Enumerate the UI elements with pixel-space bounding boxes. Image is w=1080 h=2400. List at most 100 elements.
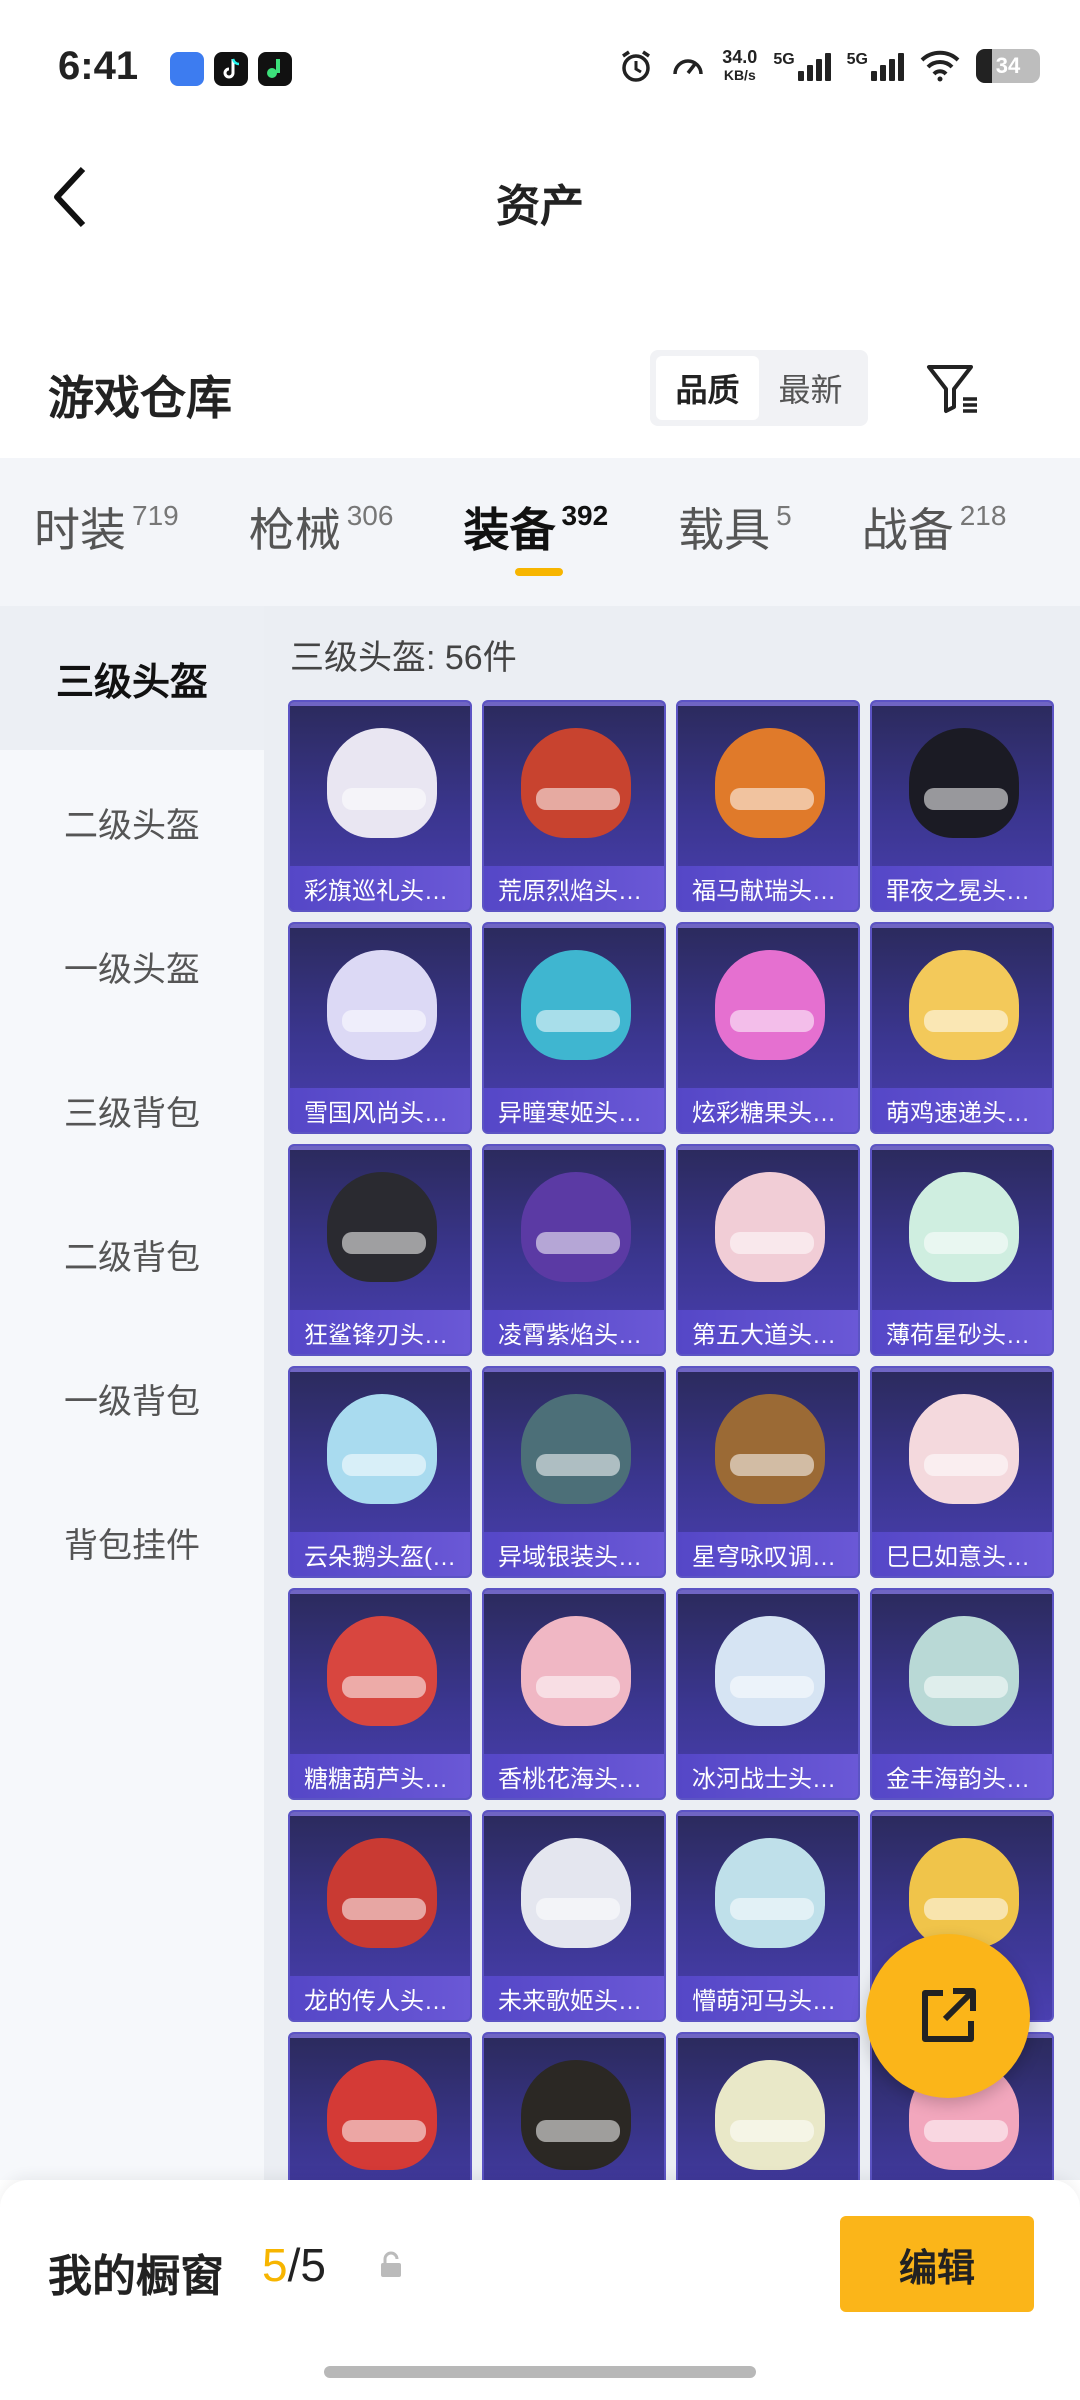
helmet-visor	[342, 2120, 426, 2142]
item-name: 萌鸡速递头…	[872, 1088, 1052, 1132]
item-card[interactable]	[482, 2032, 666, 2180]
helmet-image	[521, 728, 631, 838]
status-icons: 34.0 KB/s 5G 5G 34	[618, 48, 1040, 84]
item-card[interactable]: 异瞳寒姬头…	[482, 922, 666, 1134]
item-card[interactable]: 懵萌河马头…	[676, 1810, 860, 2022]
helmet-image	[715, 728, 825, 838]
item-card[interactable]: 彩旗巡礼头…	[288, 700, 472, 912]
tab-gear[interactable]: 战备 218	[862, 458, 1007, 606]
tab-count: 218	[959, 500, 1007, 531]
item-card[interactable]: 糖糖葫芦头…	[288, 1588, 472, 1800]
helmet-visor	[536, 788, 620, 810]
sidebar-item-level2-helmet[interactable]: 二级头盔	[0, 750, 264, 894]
tab-label: 装备	[463, 504, 556, 556]
tab-fashion[interactable]: 时装 719	[34, 458, 179, 606]
helmet-visor	[924, 2120, 1008, 2142]
helmet-image	[327, 1172, 437, 1282]
item-card[interactable]: 凌霄紫焰头…	[482, 1144, 666, 1356]
sidebar-item-level3-helmet[interactable]: 三级头盔	[0, 606, 264, 750]
share-button[interactable]	[866, 1934, 1030, 2098]
helmet-image	[909, 1838, 1019, 1948]
item-name: 异域银装头…	[484, 1532, 664, 1576]
item-card[interactable]: 巳巳如意头…	[870, 1366, 1054, 1578]
item-name: 福马献瑞头…	[678, 866, 858, 910]
item-card[interactable]: 龙的传人头…	[288, 1810, 472, 2022]
tab-count: 719	[132, 500, 179, 531]
item-name: 彩旗巡礼头…	[290, 866, 470, 910]
item-name: 炫彩糖果头…	[678, 1088, 858, 1132]
helmet-image	[327, 728, 437, 838]
tab-guns[interactable]: 枪械 306	[249, 458, 394, 606]
sidebar-item-level1-helmet[interactable]: 一级头盔	[0, 894, 264, 1038]
helmet-visor	[536, 1010, 620, 1032]
sidebar-item-level2-backpack[interactable]: 二级背包	[0, 1182, 264, 1326]
helmet-visor	[730, 1010, 814, 1032]
tab-count: 306	[346, 500, 394, 531]
item-name: 星穹咏叹调…	[678, 1532, 858, 1576]
item-card[interactable]: 星穹咏叹调…	[676, 1366, 860, 1578]
sidebar-item-level1-backpack[interactable]: 一级背包	[0, 1326, 264, 1470]
helmet-visor	[342, 1232, 426, 1254]
item-card[interactable]	[676, 2032, 860, 2180]
item-card[interactable]: 萌鸡速递头…	[870, 922, 1054, 1134]
item-name: 未来歌姬头…	[484, 1976, 664, 2020]
edit-button[interactable]: 编辑	[840, 2216, 1034, 2312]
item-name: 狂鲨锋刃头…	[290, 1310, 470, 1354]
item-card[interactable]: 第五大道头…	[676, 1144, 860, 1356]
item-name: 香桃花海头…	[484, 1754, 664, 1798]
helmet-visor	[924, 788, 1008, 810]
helmet-image	[327, 1616, 437, 1726]
helmet-image	[327, 2060, 437, 2170]
item-card[interactable]: 异域银装头…	[482, 1366, 666, 1578]
lock-icon	[381, 2251, 401, 2277]
tab-label: 载具	[678, 504, 771, 556]
helmet-visor	[730, 1232, 814, 1254]
home-indicator	[324, 2366, 756, 2378]
tab-count: 5	[776, 500, 792, 531]
item-card[interactable]: 薄荷星砂头…	[870, 1144, 1054, 1356]
section-title: 游戏仓库	[48, 372, 232, 424]
showcase-separator: /	[287, 2239, 301, 2291]
item-card[interactable]: 冰河战士头…	[676, 1588, 860, 1800]
sort-newest-option[interactable]: 最新	[759, 356, 862, 420]
item-card[interactable]: 罪夜之冕头…	[870, 700, 1054, 912]
showcase-label: 我的橱窗	[48, 2252, 224, 2301]
sidebar-item-backpack-charm[interactable]: 背包挂件	[0, 1470, 264, 1614]
item-card[interactable]: 云朵鹅头盔(…	[288, 1366, 472, 1578]
item-card[interactable]: 雪国风尚头…	[288, 922, 472, 1134]
net-speed: 34.0 KB/s	[722, 47, 758, 83]
helmet-visor	[536, 1232, 620, 1254]
sort-quality-option[interactable]: 品质	[656, 356, 759, 420]
grid-subtitle: 三级头盔: 56件	[290, 639, 517, 677]
status-time: 6:41	[58, 44, 139, 88]
filter-button[interactable]	[918, 354, 988, 424]
sidebar-item-level3-backpack[interactable]: 三级背包	[0, 1038, 264, 1182]
helmet-image	[909, 950, 1019, 1060]
music-app-icon	[258, 52, 292, 86]
sort-toggle: 品质 最新	[650, 350, 868, 426]
item-name: 薄荷星砂头…	[872, 1310, 1052, 1354]
helmet-visor	[924, 1898, 1008, 1920]
item-card[interactable]: 未来歌姬头…	[482, 1810, 666, 2022]
tab-count: 392	[561, 500, 609, 531]
helmet-visor	[342, 788, 426, 810]
item-card[interactable]: 狂鲨锋刃头…	[288, 1144, 472, 1356]
item-name: 懵萌河马头…	[678, 1976, 858, 2020]
helmet-image	[715, 1616, 825, 1726]
item-card[interactable]: 炫彩糖果头…	[676, 922, 860, 1134]
tab-vehicles[interactable]: 载具 5	[678, 458, 792, 606]
item-card[interactable]: 金丰海韵头…	[870, 1588, 1054, 1800]
item-name: 云朵鹅头盔(…	[290, 1532, 470, 1576]
tab-equipment[interactable]: 装备 392	[463, 458, 608, 606]
helmet-visor	[924, 1676, 1008, 1698]
helmet-visor	[342, 1454, 426, 1476]
active-tab-indicator	[515, 568, 564, 576]
showcase-current: 5	[262, 2239, 288, 2291]
showcase-count: 5/5	[262, 2238, 326, 2292]
item-card[interactable]: 福马献瑞头…	[676, 700, 860, 912]
item-card[interactable]: 香桃花海头…	[482, 1588, 666, 1800]
item-name: 糖糖葫芦头…	[290, 1754, 470, 1798]
helmet-visor	[342, 1898, 426, 1920]
item-card[interactable]	[288, 2032, 472, 2180]
item-card[interactable]: 荒原烈焰头…	[482, 700, 666, 912]
